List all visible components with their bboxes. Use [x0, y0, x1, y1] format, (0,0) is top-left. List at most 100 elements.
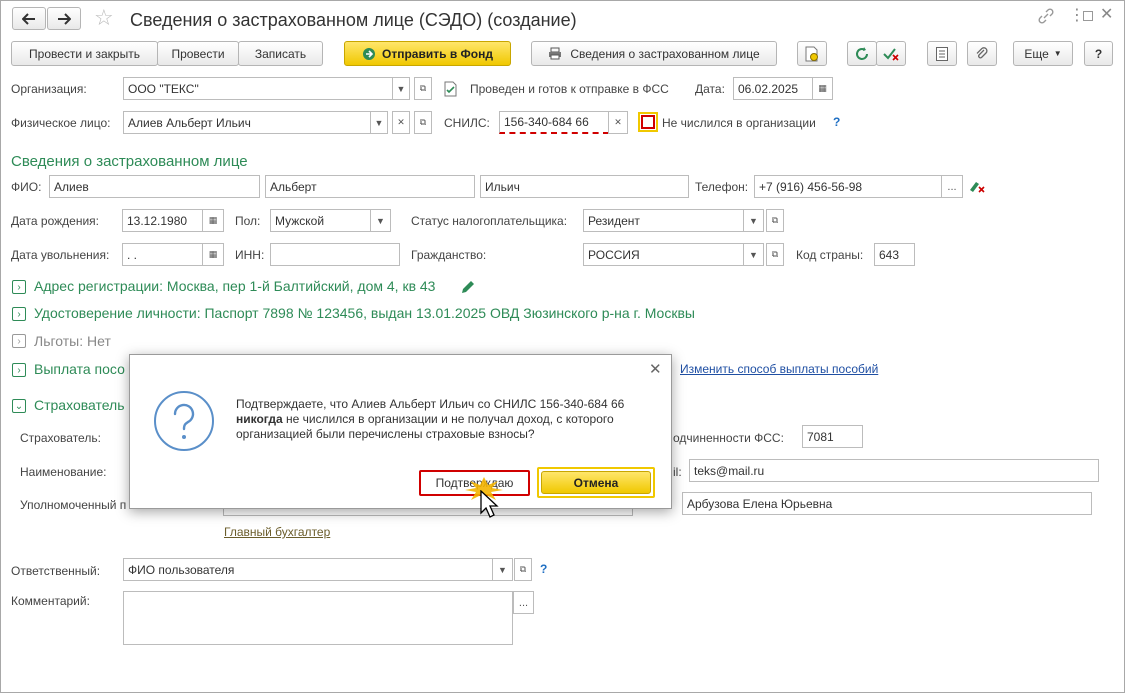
tax-status-dropdown-icon[interactable]: ▼	[743, 209, 764, 232]
not-listed-checkbox[interactable]	[638, 112, 658, 132]
fio-label: ФИО:	[11, 180, 42, 194]
help-button[interactable]: ?	[1084, 41, 1113, 66]
auth-person-input[interactable]: Арбузова Елена Юрьевна	[682, 492, 1092, 515]
send-to-fund-button[interactable]: Отправить в Фонд	[344, 41, 511, 66]
tax-status-open-icon[interactable]: ⧉	[766, 209, 784, 232]
responsible-dropdown-icon[interactable]: ▼	[492, 558, 513, 581]
phone-clear-icon[interactable]	[968, 178, 986, 194]
comment-label: Комментарий:	[11, 594, 90, 608]
maximize-icon[interactable]	[1083, 11, 1093, 21]
tax-status-label: Статус налогоплательщика:	[411, 214, 568, 228]
person-dropdown-icon[interactable]: ▼	[370, 111, 388, 134]
gender-select[interactable]: Мужской	[270, 209, 371, 232]
insurer-section[interactable]: Страхователь	[34, 397, 125, 413]
post-button[interactable]: Провести	[157, 41, 239, 66]
dismiss-calendar-icon[interactable]: ▦	[202, 243, 224, 266]
cancel-button[interactable]: Отмена	[541, 471, 651, 494]
not-listed-label: Не числился в организации	[662, 116, 816, 130]
country-code-input[interactable]: 643	[874, 243, 915, 266]
insured-info-print-button[interactable]: Сведения о застрахованном лице	[531, 41, 777, 66]
change-payment-link[interactable]: Изменить способ выплаты пособий	[680, 362, 878, 376]
responsible-select[interactable]: ФИО пользователя	[123, 558, 493, 581]
birth-calendar-icon[interactable]: ▦	[202, 209, 224, 232]
attachment-button[interactable]	[967, 41, 997, 66]
tax-status-select[interactable]: Резидент	[583, 209, 744, 232]
close-icon[interactable]: ✕	[1100, 6, 1113, 24]
email-input[interactable]: teks@mail.ru	[689, 459, 1099, 482]
person-label: Физическое лицо:	[11, 116, 111, 130]
org-open-icon[interactable]: ⧉	[414, 77, 432, 100]
insurer-collapse-icon[interactable]: ⌄	[12, 399, 26, 413]
snils-clear-icon[interactable]: ✕	[608, 111, 628, 134]
printer-icon	[549, 47, 562, 60]
forward-button[interactable]	[47, 7, 81, 30]
org-input[interactable]: ООО "ТЕКС"	[123, 77, 393, 100]
person-input[interactable]: Алиев Альберт Ильич	[123, 111, 371, 134]
benefits-expand-icon[interactable]: ›	[12, 334, 26, 348]
date-input[interactable]: 06.02.2025	[733, 77, 813, 100]
chevron-down-icon: ▼	[1053, 49, 1062, 58]
document-check-icon	[444, 81, 458, 97]
snils-input[interactable]: 156-340-684 66	[499, 111, 609, 134]
responsible-open-icon[interactable]: ⧉	[514, 558, 532, 581]
insurer-name-label: Наименование:	[20, 465, 107, 479]
birth-input[interactable]: 13.12.1980	[122, 209, 203, 232]
gender-label: Пол:	[235, 214, 261, 228]
more-button[interactable]: Еще ▼	[1013, 41, 1073, 66]
back-button[interactable]	[12, 7, 46, 30]
benefits-section[interactable]: Льготы: Нет	[34, 333, 111, 349]
phone-label: Телефон:	[695, 180, 749, 194]
calendar-icon[interactable]: ▦	[812, 77, 833, 100]
identity-section[interactable]: Удостоверение личности: Паспорт 7898 № 1…	[34, 305, 695, 321]
address-section[interactable]: Адрес регистрации: Москва, пер 1-й Балти…	[34, 278, 435, 294]
dismiss-input[interactable]: . .	[122, 243, 203, 266]
list-button[interactable]	[927, 41, 957, 66]
org-dropdown-icon[interactable]: ▼	[392, 77, 410, 100]
phone-select-button[interactable]: ...	[941, 175, 963, 198]
birth-label: Дата рождения:	[11, 214, 99, 228]
authorized-label: Уполномоченный п	[20, 498, 127, 512]
responsible-label: Ответственный:	[11, 564, 101, 578]
person-clear-icon[interactable]: ✕	[392, 111, 410, 134]
insurer-label: Страхователь:	[20, 431, 101, 445]
dialog-message-bold: никогда	[236, 412, 283, 426]
fss-input[interactable]: 7081	[802, 425, 863, 448]
mouse-cursor-icon	[479, 489, 499, 520]
person-open-icon[interactable]: ⧉	[414, 111, 432, 134]
arrow-left-icon	[22, 12, 35, 25]
address-expand-icon[interactable]: ›	[12, 280, 26, 294]
org-label: Организация:	[11, 82, 87, 96]
favorite-star-icon[interactable]: ☆	[94, 6, 114, 30]
not-listed-checkbox-box	[641, 115, 655, 129]
comment-textarea[interactable]	[123, 591, 513, 645]
clear-check-button[interactable]	[876, 41, 906, 66]
refresh-icon	[856, 46, 868, 60]
refresh-button[interactable]	[847, 41, 877, 66]
citizenship-label: Гражданство:	[411, 248, 487, 262]
middle-name-input[interactable]: Ильич	[480, 175, 689, 198]
responsible-help-icon[interactable]: ?	[540, 562, 547, 576]
citizenship-dropdown-icon[interactable]: ▼	[743, 243, 764, 266]
first-name-input[interactable]: Альберт	[265, 175, 475, 198]
last-name-input[interactable]: Алиев	[49, 175, 260, 198]
gender-dropdown-icon[interactable]: ▼	[370, 209, 391, 232]
dialog-message-part2: не числился в организации и не получал д…	[236, 412, 614, 441]
identity-expand-icon[interactable]: ›	[12, 307, 26, 321]
chief-accountant-link[interactable]: Главный бухгалтер	[224, 525, 330, 539]
comment-edit-button[interactable]: ...	[513, 591, 534, 614]
phone-input[interactable]: +7 (916) 456-56-98	[754, 175, 942, 198]
citizenship-select[interactable]: РОССИЯ	[583, 243, 744, 266]
payment-expand-icon[interactable]: ›	[12, 363, 26, 377]
inn-label: ИНН:	[235, 248, 265, 262]
link-icon[interactable]	[1037, 7, 1055, 25]
document-clock-button[interactable]	[797, 41, 827, 66]
send-to-fund-label: Отправить в Фонд	[382, 46, 493, 61]
citizenship-open-icon[interactable]: ⧉	[766, 243, 784, 266]
save-button[interactable]: Записать	[238, 41, 323, 66]
payment-section[interactable]: Выплата посо	[34, 361, 125, 377]
dialog-close-icon[interactable]: ✕	[649, 362, 662, 378]
post-and-close-button[interactable]: Провести и закрыть	[11, 41, 158, 66]
pencil-icon[interactable]	[460, 279, 476, 295]
inn-input[interactable]	[270, 243, 400, 266]
not-listed-help-icon[interactable]: ?	[833, 115, 840, 129]
